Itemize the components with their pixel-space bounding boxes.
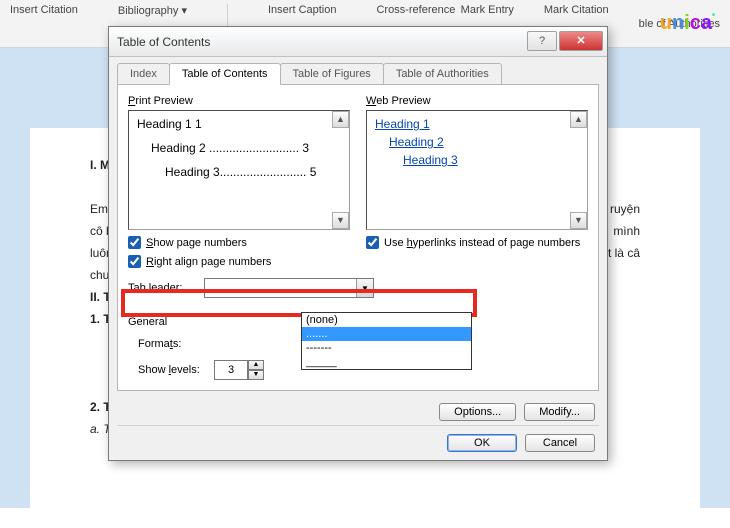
ok-button[interactable]: OK [447, 434, 517, 452]
tab-leader-label: Tab leader: [128, 282, 196, 294]
unica-logo: unica• [660, 12, 712, 35]
print-preview: Heading 1 1 Heading 2 ..................… [128, 110, 350, 230]
ribbon-label: Insert Caption [268, 4, 336, 16]
help-button[interactable]: ? [527, 31, 557, 51]
toc-dialog: Table of Contents ? ✕ Index Table of Con… [108, 26, 608, 461]
ribbon-mark-citation[interactable]: Mark Citation [544, 4, 609, 16]
tab-leader-value: ....... [209, 282, 230, 294]
right-align-checkbox[interactable] [128, 255, 141, 268]
options-button[interactable]: Options... [439, 403, 516, 421]
dialog-title: Table of Contents [117, 35, 527, 49]
tab-index[interactable]: Index [117, 63, 170, 84]
spin-down-icon[interactable]: ▼ [248, 370, 264, 380]
preview-line: Heading 3.......................... 5 [165, 165, 341, 179]
tab-toc[interactable]: Table of Contents [169, 63, 281, 85]
scroll-up-icon[interactable]: ▲ [570, 111, 587, 128]
print-preview-label: Print Preview [128, 95, 350, 107]
leader-option-underline[interactable]: _____ [302, 355, 471, 369]
titlebar[interactable]: Table of Contents ? ✕ [109, 27, 607, 57]
show-levels-label: Show levels: [138, 364, 206, 376]
leader-option-dashes[interactable]: ------- [302, 341, 471, 355]
modify-button[interactable]: Modify... [524, 403, 595, 421]
formats-label: Formats: [138, 338, 206, 350]
cancel-button[interactable]: Cancel [525, 434, 595, 452]
ribbon-label: Bibliography ▾ [118, 4, 187, 17]
ribbon-label: Cross-reference [376, 4, 455, 16]
chevron-down-icon[interactable]: ▼ [356, 279, 373, 297]
ribbon-insert-caption[interactable]: Insert Caption [268, 4, 336, 16]
ribbon-insert-citation[interactable]: Insert Citation [10, 4, 78, 16]
doc-text: ruyện [610, 202, 640, 216]
show-page-numbers[interactable]: Show page numbers [128, 236, 350, 249]
scroll-down-icon[interactable]: ▼ [332, 212, 349, 229]
right-align[interactable]: Right align page numbers [128, 255, 350, 268]
preview-line: Heading 2 ........................... 3 [151, 141, 341, 155]
leader-option-none[interactable]: (none) [302, 313, 471, 327]
ribbon-label: Mark Entry [461, 4, 514, 16]
web-preview: Heading 1 Heading 2 Heading 3 ▲ ▼ [366, 110, 588, 230]
scroll-up-icon[interactable]: ▲ [332, 111, 349, 128]
tab-leader-combo[interactable]: ....... ▼ [204, 278, 374, 298]
tab-figures[interactable]: Table of Figures [280, 63, 384, 84]
leader-option-dots[interactable]: ....... [302, 327, 471, 341]
use-hyperlinks[interactable]: Use hyperlinks instead of page numbers [366, 236, 588, 249]
scroll-down-icon[interactable]: ▼ [570, 212, 587, 229]
preview-link: Heading 1 [375, 117, 579, 131]
tab-authorities[interactable]: Table of Authorities [383, 63, 502, 84]
close-button[interactable]: ✕ [559, 31, 603, 51]
ribbon-mark-entry[interactable]: Mark Entry [461, 4, 514, 16]
show-levels-input[interactable] [214, 360, 248, 380]
ribbon-cross-reference[interactable]: Cross-reference [376, 4, 455, 16]
preview-link: Heading 2 [389, 135, 579, 149]
tab-leader-dropdown[interactable]: (none) ....... ------- _____ [301, 312, 472, 370]
ribbon-label: Insert Citation [10, 4, 78, 16]
use-hyperlinks-checkbox[interactable] [366, 236, 379, 249]
show-page-numbers-checkbox[interactable] [128, 236, 141, 249]
web-preview-label: Web Preview [366, 95, 588, 107]
ribbon-bibliography[interactable]: Bibliography ▾ [118, 4, 187, 17]
show-levels-spinner[interactable]: ▲ ▼ [214, 360, 264, 380]
preview-line: Heading 1 1 [137, 117, 341, 131]
tabstrip: Index Table of Contents Table of Figures… [109, 57, 607, 84]
preview-link: Heading 3 [403, 153, 579, 167]
ribbon-label: Mark Citation [544, 4, 609, 16]
doc-text: mình [613, 224, 640, 238]
spin-up-icon[interactable]: ▲ [248, 360, 264, 370]
